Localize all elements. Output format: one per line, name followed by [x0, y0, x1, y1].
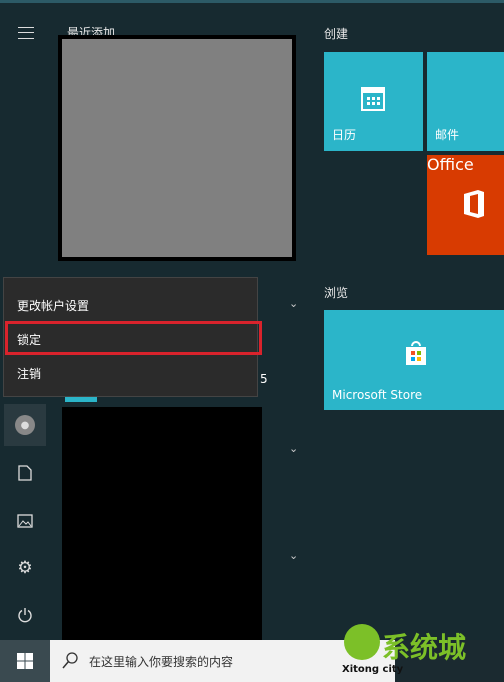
menu-item-sign-out[interactable]: 注销: [17, 365, 41, 382]
list-fragment: 5: [260, 372, 268, 386]
redacted-region: [58, 35, 296, 261]
tile-microsoft-store[interactable]: Microsoft Store: [324, 310, 504, 410]
chevron-down-icon[interactable]: ⌄: [289, 297, 298, 310]
power-icon: [18, 608, 32, 623]
document-icon: [18, 465, 32, 481]
tile-label: Microsoft Store: [332, 388, 423, 402]
settings-button[interactable]: ⚙: [4, 547, 46, 589]
user-avatar-icon: ●: [15, 415, 35, 435]
watermark-text: 系统城: [382, 631, 467, 664]
pictures-icon: [17, 514, 33, 528]
watermark-subtext: Xitong city: [342, 664, 404, 675]
office-icon: [464, 190, 484, 218]
redacted-region: [62, 407, 262, 640]
highlight-box: [5, 321, 262, 355]
power-button[interactable]: [4, 594, 46, 636]
tile-mail[interactable]: 邮件: [427, 52, 504, 151]
search-placeholder: 在这里输入你要搜索的内容: [89, 655, 234, 669]
tile-label: 日历: [332, 128, 357, 142]
search-icon: [62, 652, 78, 669]
hamburger-menu-icon[interactable]: [18, 27, 34, 39]
menu-item-change-account-settings[interactable]: 更改帐户设置: [17, 297, 89, 314]
documents-button[interactable]: [4, 452, 46, 494]
settings-icon: ⚙: [17, 558, 33, 578]
chevron-down-icon[interactable]: ⌄: [289, 549, 298, 562]
store-icon: [406, 341, 426, 365]
watermark-logo: 系统城 Xitong city: [340, 620, 504, 682]
user-avatar-button[interactable]: ●: [4, 404, 46, 446]
pictures-button[interactable]: [4, 500, 46, 542]
tile-office[interactable]: Office: [427, 155, 504, 255]
top-border: [0, 0, 504, 3]
start-button[interactable]: [0, 640, 50, 682]
group-title-browse: 浏览: [324, 286, 349, 300]
taskbar: 在这里输入你要搜索的内容 系统城 Xitong city: [0, 624, 504, 682]
tile-label: 邮件: [435, 128, 460, 142]
tile-label: Office: [427, 155, 474, 174]
calendar-icon: [361, 87, 385, 111]
tile-calendar[interactable]: 日历: [324, 52, 423, 151]
chevron-down-icon[interactable]: ⌄: [289, 442, 298, 455]
group-title-create: 创建: [324, 27, 349, 41]
windows-logo-icon: [17, 653, 33, 669]
